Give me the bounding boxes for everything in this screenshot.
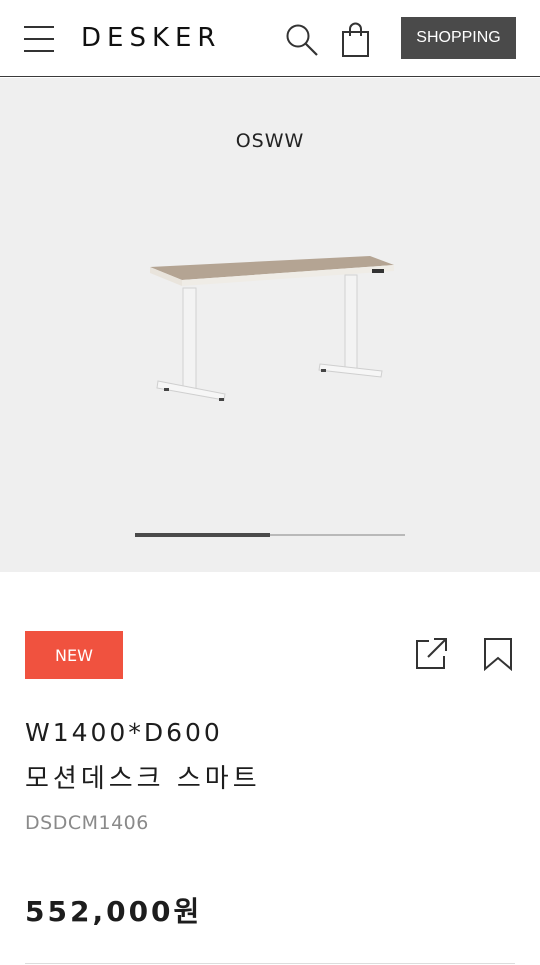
color-option-label: OSWW xyxy=(235,130,305,152)
bookmark-icon[interactable] xyxy=(482,637,514,671)
carousel-progress-fill xyxy=(135,533,270,537)
shopping-button[interactable]: SHOPPING xyxy=(401,17,516,59)
desk-product-image xyxy=(150,256,394,401)
product-code: DSDCM1406 xyxy=(25,812,149,834)
menu-icon[interactable] xyxy=(24,25,54,53)
new-badge: NEW xyxy=(25,631,123,679)
share-icon[interactable] xyxy=(414,636,448,670)
search-icon[interactable] xyxy=(285,23,319,57)
product-image-carousel[interactable]: OSWW xyxy=(0,78,540,572)
product-price: 552,000원 xyxy=(25,895,203,928)
product-size: W1400*D600 xyxy=(25,718,223,747)
shopping-bag-icon[interactable] xyxy=(340,22,372,58)
top-header: DESKER SHOPPING xyxy=(0,0,540,77)
product-name: 모션데스크 스마트 xyxy=(25,764,261,794)
brand-logo[interactable]: DESKER xyxy=(81,23,222,53)
section-divider xyxy=(25,963,515,964)
